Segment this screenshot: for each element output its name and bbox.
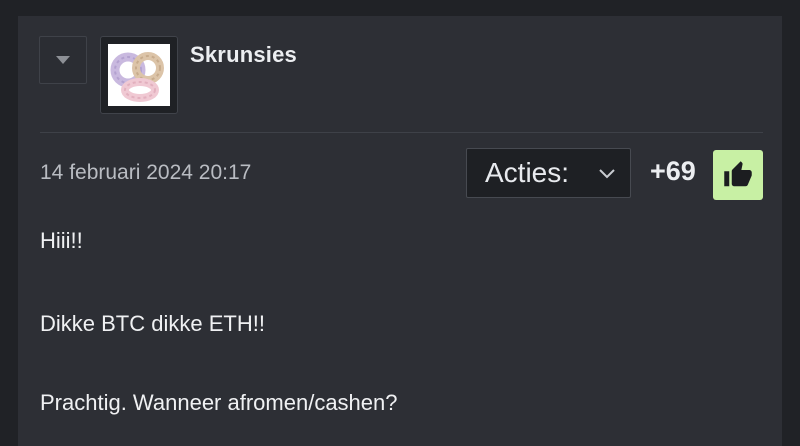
post-body-line: Dikke BTC dikke ETH!! (40, 311, 265, 336)
post-body-line: Prachtig. Wanneer afromen/cashen? (40, 390, 398, 415)
vote-score: +69 (650, 156, 696, 186)
post-body-line: Hiii!! (40, 228, 83, 253)
like-button[interactable] (713, 150, 763, 200)
post-author[interactable]: Skrunsies (190, 42, 297, 68)
avatar[interactable] (100, 36, 178, 114)
chevron-down-icon (599, 169, 615, 179)
scrunchies-avatar-image (108, 44, 170, 106)
thumbs-up-icon (724, 161, 752, 187)
header-divider (40, 132, 763, 133)
forum-post-card: Skrunsies 14 februari 2024 20:17 Acties:… (18, 16, 782, 446)
triangle-down-icon (56, 56, 70, 64)
collapse-button[interactable] (39, 36, 87, 84)
post-timestamp: 14 februari 2024 20:17 (40, 161, 252, 184)
actions-dropdown-label: Acties: (485, 157, 570, 188)
actions-dropdown[interactable]: Acties: (466, 148, 631, 198)
